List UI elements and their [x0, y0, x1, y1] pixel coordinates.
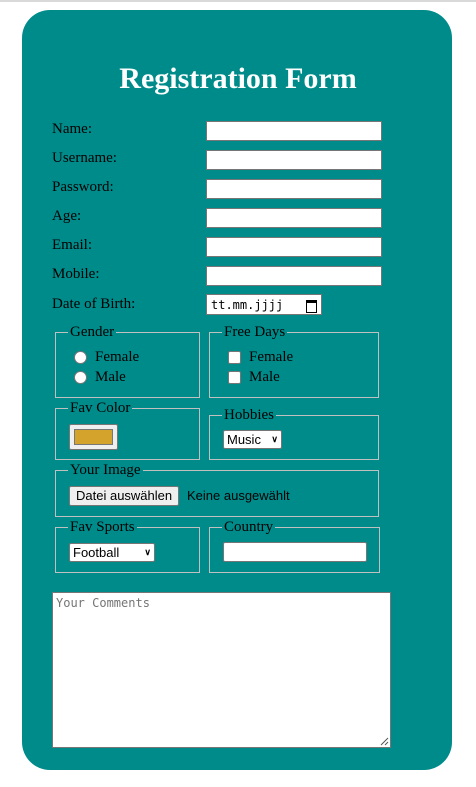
hobbies-selected-value: Music	[227, 432, 261, 447]
file-status: Keine ausgewählt	[187, 488, 290, 503]
choose-file-button[interactable]: Datei auswählen	[69, 486, 180, 506]
gender-option-male[interactable]: Male	[74, 369, 126, 386]
username-label: Username:	[52, 150, 117, 166]
fav-sports-select[interactable]: Football ∨	[69, 543, 155, 562]
gender-option-label: Male	[95, 369, 126, 385]
password-label: Password:	[52, 179, 114, 195]
age-input[interactable]	[206, 208, 382, 228]
age-label: Age:	[52, 208, 82, 224]
checkbox-icon[interactable]	[228, 351, 241, 364]
country-fieldset: Country	[209, 519, 380, 573]
gender-option-female[interactable]: Female	[74, 349, 139, 366]
email-label: Email:	[52, 237, 92, 253]
free-days-option-male[interactable]: Male	[228, 369, 280, 386]
your-image-legend: Your Image	[68, 462, 143, 478]
checkbox-icon[interactable]	[228, 371, 241, 384]
fav-color-fieldset: Fav Color	[55, 400, 200, 460]
chevron-down-icon: ∨	[144, 547, 151, 557]
hobbies-fieldset: Hobbies Music ∨	[209, 407, 379, 460]
password-input[interactable]	[206, 179, 382, 199]
fav-sports-selected-value: Football	[73, 545, 120, 560]
username-input[interactable]	[206, 150, 382, 170]
dob-input[interactable]: tt.mm.jjjj	[206, 294, 322, 315]
free-days-option-label: Female	[249, 349, 294, 365]
free-days-option-female[interactable]: Female	[228, 349, 293, 366]
country-input[interactable]	[223, 542, 367, 562]
fav-sports-fieldset: Fav Sports Football ∨	[55, 519, 200, 573]
dob-placeholder: tt.mm.jjjj	[211, 297, 284, 312]
mobile-label: Mobile:	[52, 266, 100, 282]
resize-grip-icon[interactable]	[380, 737, 389, 746]
gender-legend: Gender	[68, 324, 117, 340]
page-title: Registration Form	[119, 62, 357, 95]
dob-label: Date of Birth:	[52, 296, 136, 312]
free-days-fieldset: Free Days Female Male	[209, 324, 379, 398]
fav-color-legend: Fav Color	[68, 400, 133, 416]
chevron-down-icon: ∨	[271, 434, 278, 444]
name-input[interactable]	[206, 121, 382, 141]
top-border	[0, 0, 476, 2]
comments-textarea[interactable]: Your Comments	[52, 592, 391, 748]
fav-sports-legend: Fav Sports	[68, 519, 137, 535]
gender-option-label: Female	[95, 349, 140, 365]
radio-button-icon[interactable]	[74, 371, 87, 384]
free-days-legend: Free Days	[222, 324, 288, 340]
country-legend: Country	[222, 519, 276, 535]
hobbies-select[interactable]: Music ∨	[223, 430, 282, 449]
radio-button-icon[interactable]	[74, 351, 87, 364]
gender-fieldset: Gender Female Male	[55, 324, 200, 398]
your-image-fieldset: Your Image Datei auswählen Keine ausgewä…	[55, 462, 379, 517]
color-picker[interactable]	[69, 424, 118, 450]
mobile-input[interactable]	[206, 266, 382, 286]
color-swatch	[74, 429, 113, 445]
email-input[interactable]	[206, 237, 382, 257]
hobbies-legend: Hobbies	[222, 407, 276, 423]
comments-placeholder: Your Comments	[56, 596, 150, 610]
calendar-icon[interactable]	[306, 299, 317, 313]
name-label: Name:	[52, 121, 92, 137]
free-days-option-label: Male	[249, 369, 280, 385]
